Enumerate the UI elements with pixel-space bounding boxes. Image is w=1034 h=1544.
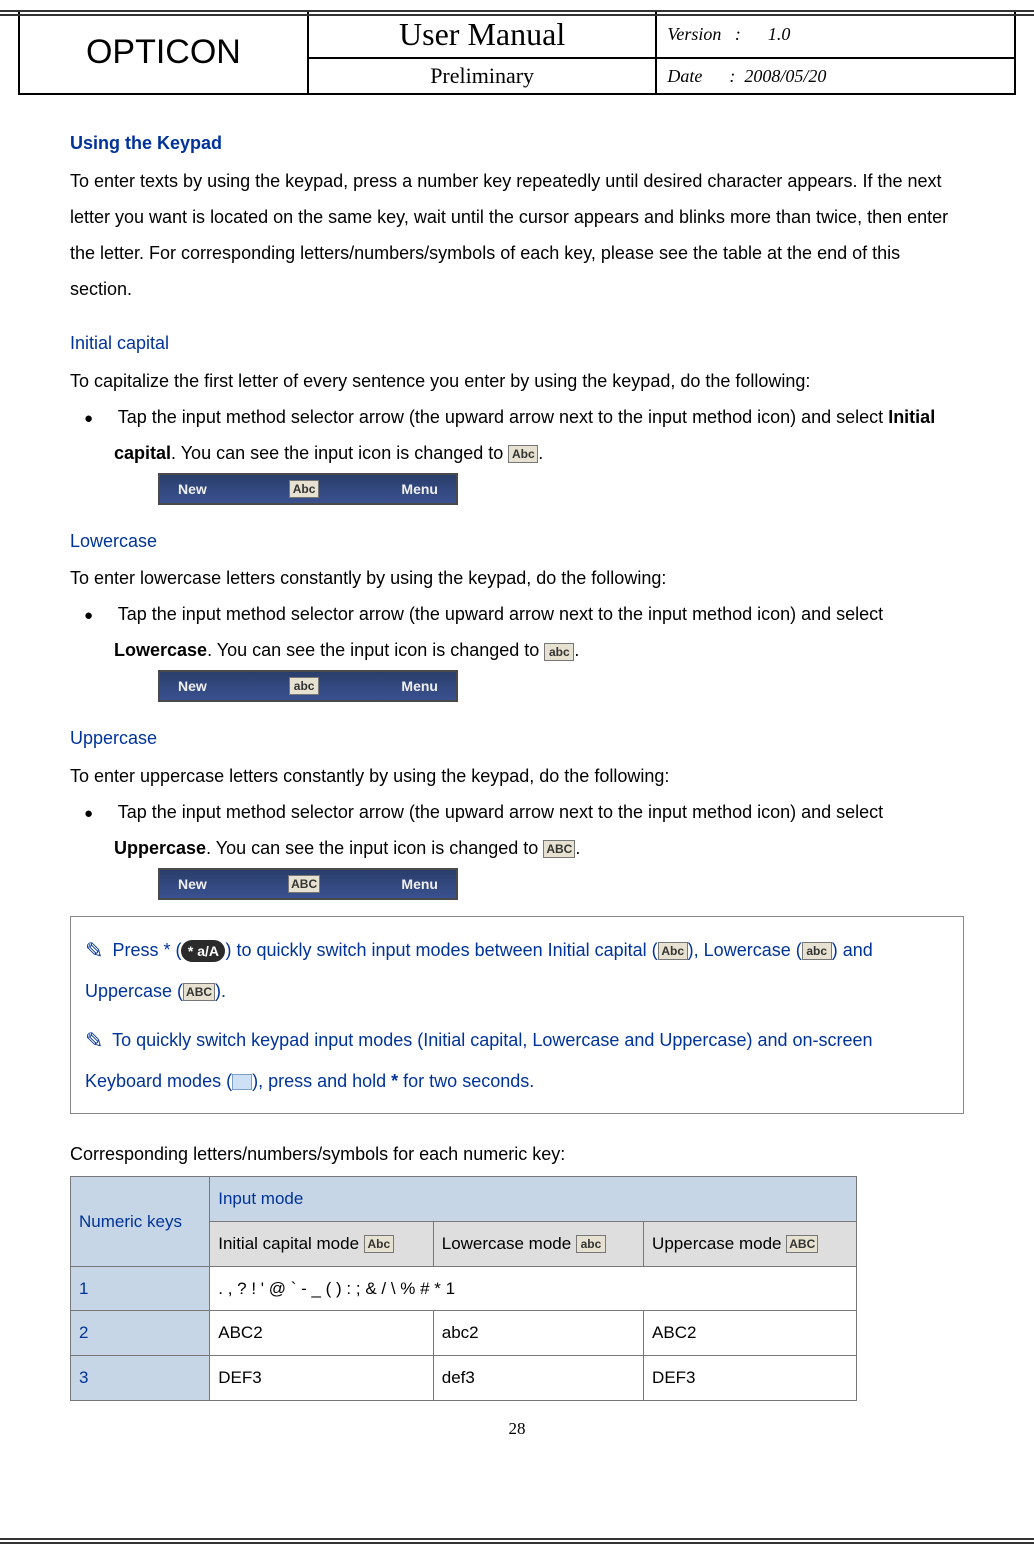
page-border — [0, 10, 1034, 1544]
